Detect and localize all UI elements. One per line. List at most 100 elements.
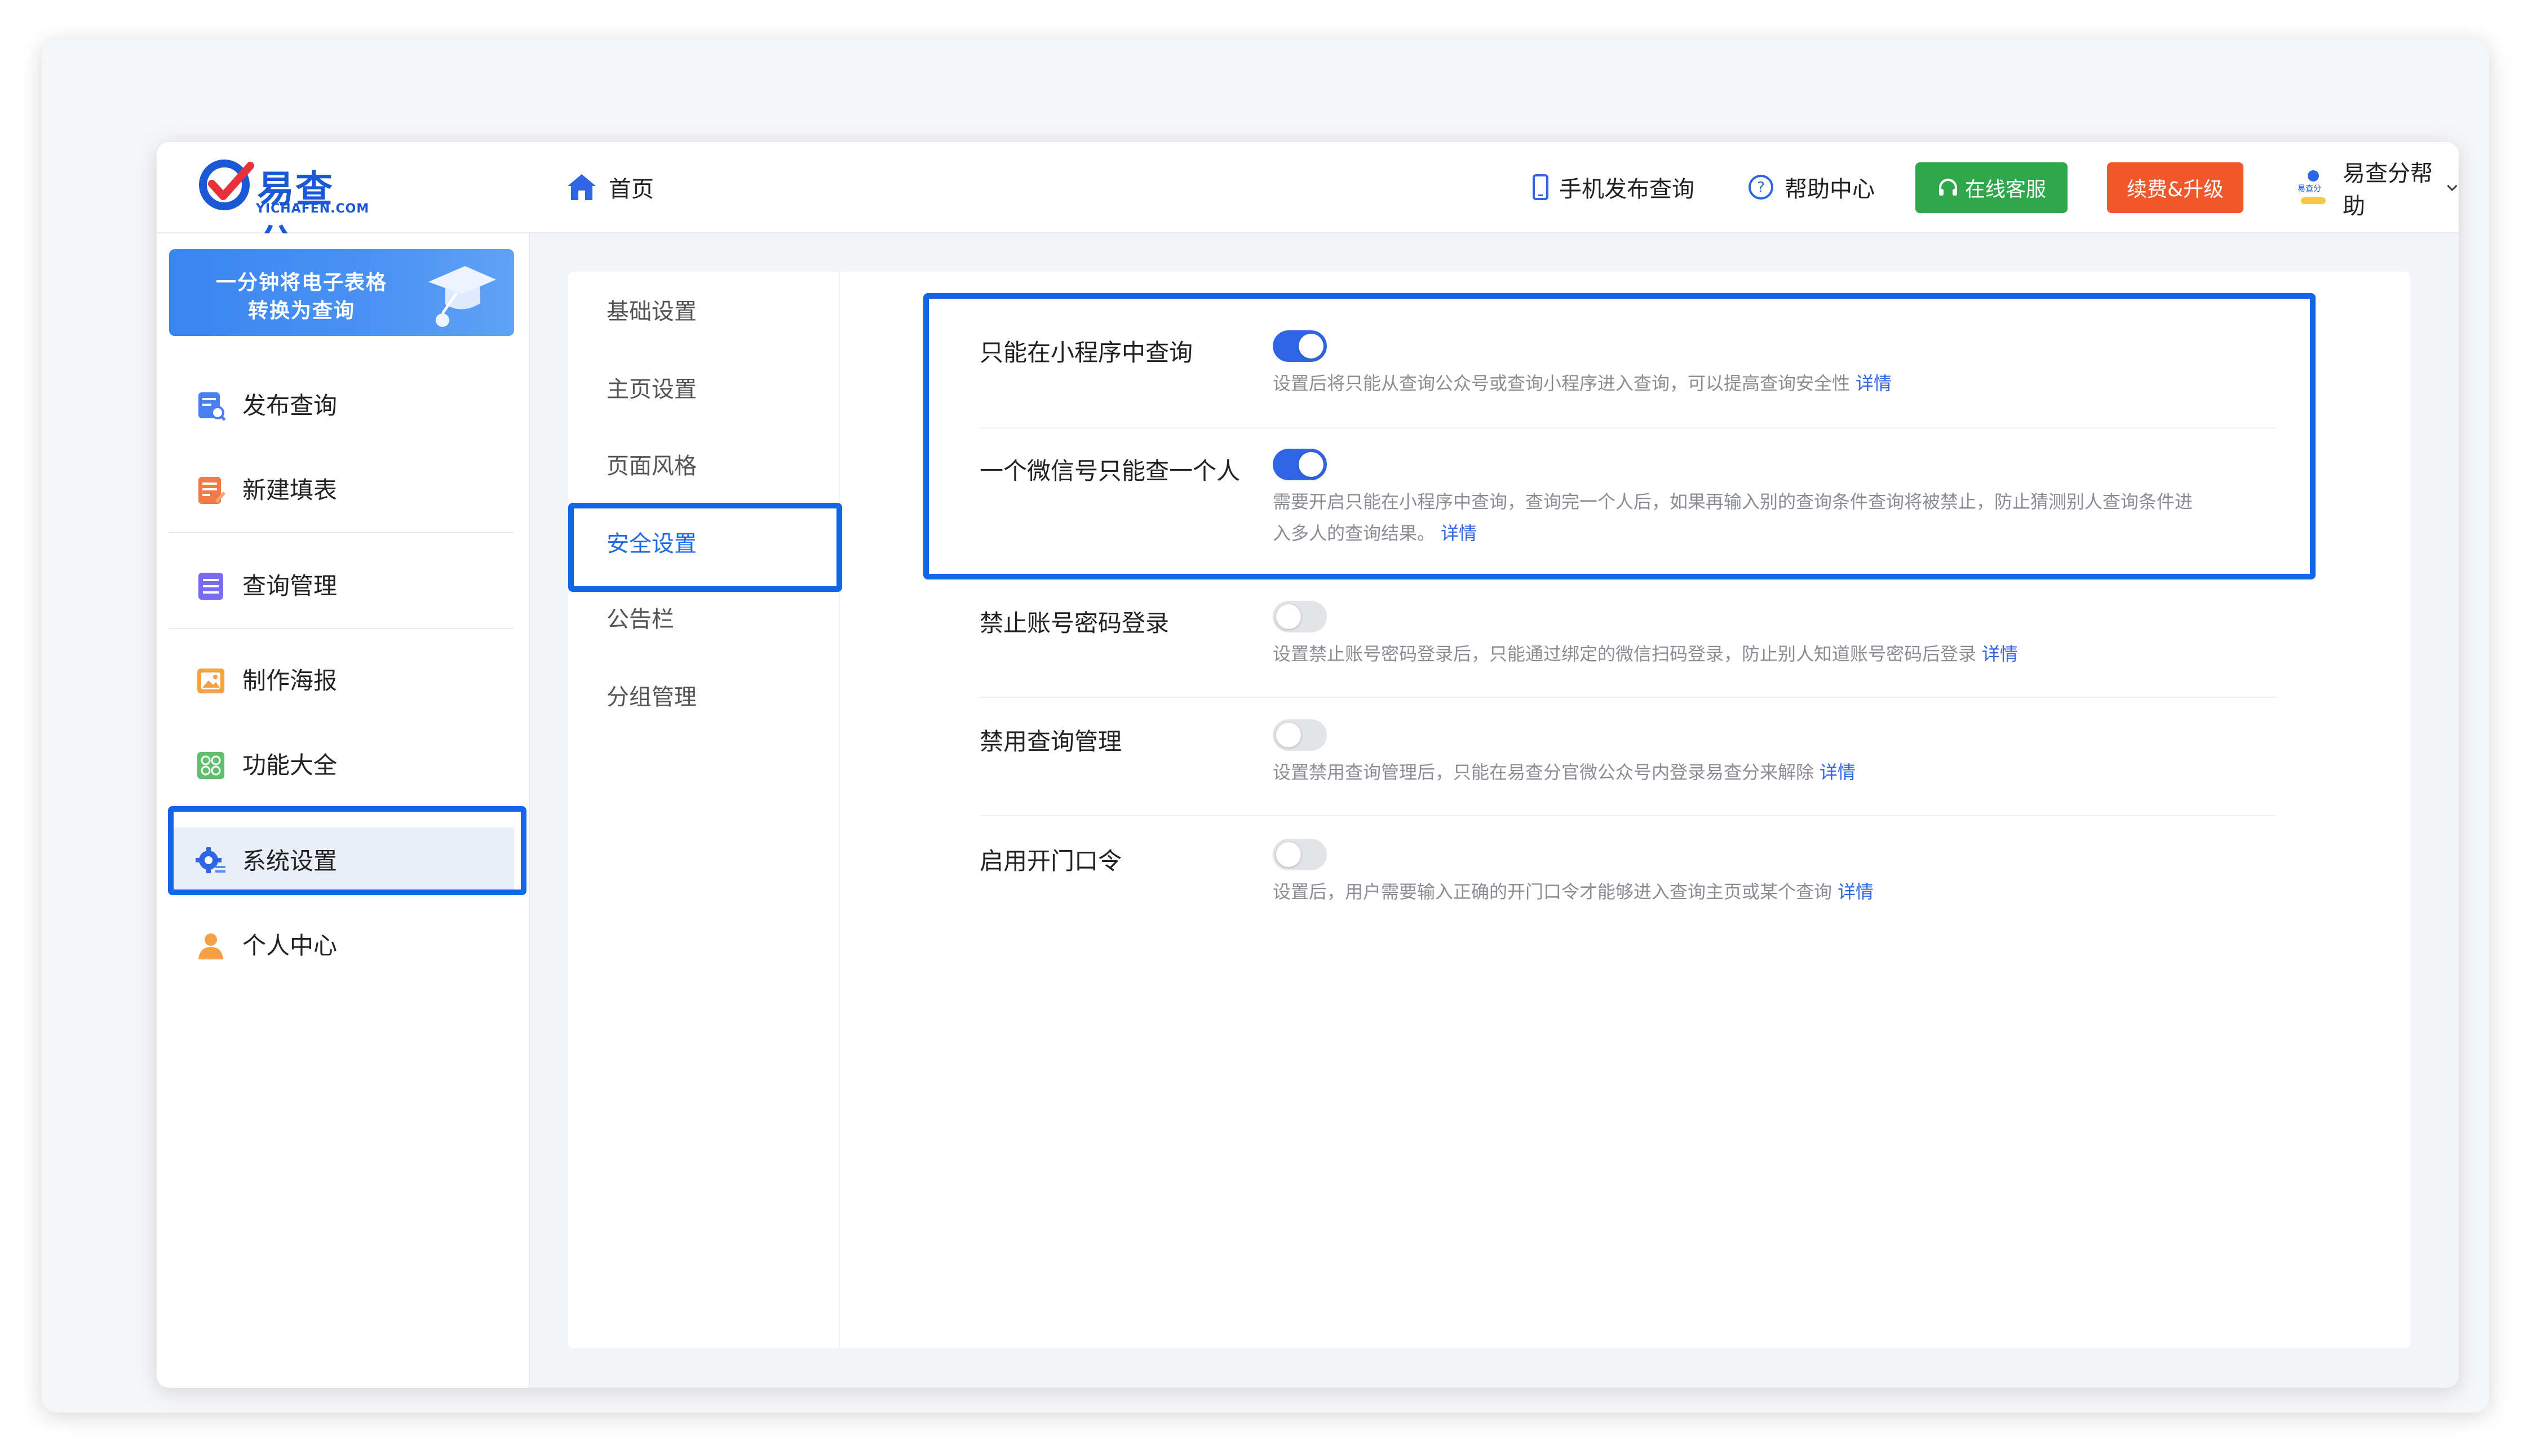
setting-title: 禁止账号密码登录 [980,609,1170,637]
subnav-item-homepage[interactable]: 主页设置 [568,359,839,421]
online-service-button[interactable]: 在线客服 [1915,162,2068,213]
details-link[interactable]: 详情 [1820,762,1856,783]
setting-row: 只能在小程序中查询 设置后将只能从查询公众号或查询小程序进入查询，可以提高查询安… [980,330,2276,424]
row-divider [980,815,2276,816]
features-grid-icon [197,752,224,779]
setting-title: 启用开门口令 [980,847,1122,875]
sidebar-item-query-management[interactable]: 查询管理 [169,552,514,620]
description-text: 入多人的查询结果。 [1273,523,1436,544]
row-divider [980,697,2276,698]
setting-title: 一个微信号只能查一个人 [980,457,1241,485]
phone-icon [1533,174,1548,200]
user-name: 易查分帮助 [2343,161,2433,219]
user-profile-icon [198,933,223,959]
setting-description: 设置后，用户需要输入正确的开门口令才能够进入查询主页或某个查询 详情 [1273,876,2276,908]
toggle-knob [1276,604,1301,629]
chevron-down-icon [2447,184,2458,192]
left-sidebar: 一分钟将电子表格 转换为查询 发布查询 新建填表 查询管理 制作海报 功能大全 … [157,233,530,1388]
sidebar-item-system-settings[interactable]: 系统设置 [169,827,514,895]
sidebar-item-label: 功能大全 [242,751,338,779]
home-link[interactable]: 首页 [566,170,654,204]
new-form-icon [198,477,225,504]
renew-upgrade-button[interactable]: 续费&升级 [2107,162,2243,213]
subnav-item-announcement[interactable]: 公告栏 [568,588,839,650]
user-menu[interactable]: 易查分 易查分帮助 [2296,161,2459,219]
svg-text:?: ? [1757,179,1765,196]
subnav-item-basic[interactable]: 基础设置 [568,281,839,343]
logo-mark-icon [199,160,254,210]
help-center-label: 帮助中心 [1785,176,1875,202]
subnav-item-page-style[interactable]: 页面风格 [568,435,839,497]
setting-row: 启用开门口令 设置后，用户需要输入正确的开门口令才能够进入查询主页或某个查询 详情 [980,839,2276,932]
settings-subnav: 基础设置 主页设置 页面风格 安全设置 公告栏 分组管理 [568,272,840,1348]
screenshot-frame: 易查分 YICHAFEN.COM 首页 手机发布查询 [42,39,2489,1413]
door-password-toggle[interactable] [1273,839,1327,870]
publish-query-icon [198,392,226,421]
promo-banner[interactable]: 一分钟将电子表格 转换为查询 [169,249,514,336]
mobile-publish-label: 手机发布查询 [1559,176,1694,202]
setting-description: 设置禁用查询管理后，只能在易查分官微公众号内登录易查分来解除 详情 [1273,756,2276,788]
settings-panel: 基础设置 主页设置 页面风格 安全设置 公告栏 分组管理 只能在小程序中查询 设… [568,272,2410,1348]
brand-logo[interactable]: 易查分 YICHAFEN.COM [198,156,369,265]
details-link[interactable]: 详情 [1856,373,1892,394]
online-service-label: 在线客服 [1964,178,2046,201]
sidebar-item-poster[interactable]: 制作海报 [169,647,514,715]
description-text: 设置禁止账号密码登录后，只能通过绑定的微信扫码登录，防止别人知道账号密码后登录 [1273,643,1977,665]
setting-row: 禁用查询管理 设置禁用查询管理后，只能在易查分官微公众号内登录易查分来解除 详情 [980,719,2276,813]
details-link[interactable]: 详情 [1982,643,2018,665]
sidebar-item-label: 查询管理 [242,572,338,600]
setting-title: 只能在小程序中查询 [980,339,1193,366]
description-line-2: 入多人的查询结果。 详情 [1273,517,2276,549]
system-settings-icon [196,847,225,873]
toggle-knob [1299,334,1323,359]
avatar-text: 易查分 [2298,184,2321,193]
sidebar-divider [169,628,514,629]
top-header: 易查分 YICHAFEN.COM 首页 手机发布查询 [157,142,2459,265]
setting-description: 设置后将只能从查询公众号或查询小程序进入查询，可以提高查询安全性 详情 [1273,368,2276,399]
sidebar-item-label: 发布查询 [242,392,338,419]
app-window: 易查分 YICHAFEN.COM 首页 手机发布查询 [157,142,2459,1388]
subnav-item-groups[interactable]: 分组管理 [568,666,839,728]
avatar: 易查分 [2296,168,2330,207]
logo-subtext: YICHAFEN.COM [256,202,370,216]
headset-icon [1938,179,1957,196]
one-wechat-one-person-toggle[interactable] [1273,449,1327,480]
setting-title: 禁用查询管理 [980,728,1122,755]
banner-line-2: 转换为查询 [247,299,355,322]
details-link[interactable]: 详情 [1838,881,1874,902]
poster-icon [197,669,224,693]
renew-upgrade-label: 续费&升级 [2126,178,2224,201]
help-center-link[interactable]: ? 帮助中心 [1747,170,1875,204]
mini-program-only-toggle[interactable] [1273,330,1327,362]
subnav-item-security[interactable]: 安全设置 [568,513,839,575]
description-text: 设置禁用查询管理后，只能在易查分官微公众号内登录易查分来解除 [1273,762,1814,783]
toggle-knob [1299,452,1323,477]
description-line-1: 需要开启只能在小程序中查询，查询完一个人后，如果再输入别的查询条件查询将被禁止，… [1273,491,2193,512]
disable-password-login-toggle[interactable] [1273,601,1327,632]
sidebar-item-label: 系统设置 [242,847,338,875]
sidebar-item-new-form[interactable]: 新建填表 [169,457,514,524]
toggle-knob [1276,723,1301,747]
mobile-publish-link[interactable]: 手机发布查询 [1532,170,1694,204]
sidebar-divider [169,532,514,533]
sidebar-item-features[interactable]: 功能大全 [169,732,514,799]
sidebar-item-label: 制作海报 [242,667,338,694]
description-text: 设置后，用户需要输入正确的开门口令才能够进入查询主页或某个查询 [1273,881,1832,902]
home-icon [568,174,596,200]
banner-line-1: 一分钟将电子表格 [215,271,387,294]
description-text: 设置后将只能从查询公众号或查询小程序进入查询，可以提高查询安全性 [1273,373,1851,394]
toggle-knob [1276,842,1301,867]
sidebar-item-label: 新建填表 [242,476,338,504]
setting-row: 一个微信号只能查一个人 需要开启只能在小程序中查询，查询完一个人后，如果再输入别… [980,449,2276,565]
sidebar-item-publish-query[interactable]: 发布查询 [169,372,514,440]
row-divider [980,427,2276,428]
home-label: 首页 [609,176,654,202]
sidebar-item-label: 个人中心 [242,932,338,959]
disable-query-management-toggle[interactable] [1273,719,1327,751]
graduation-cap-icon [428,266,496,327]
sidebar-item-user-center[interactable]: 个人中心 [169,912,514,980]
setting-description: 需要开启只能在小程序中查询，查询完一个人后，如果再输入别的查询条件查询将被禁止，… [1273,486,2276,549]
setting-description: 设置禁止账号密码登录后，只能通过绑定的微信扫码登录，防止别人知道账号密码后登录详… [1273,638,2276,670]
details-link[interactable]: 详情 [1441,523,1477,544]
help-circle-icon: ? [1749,175,1773,200]
